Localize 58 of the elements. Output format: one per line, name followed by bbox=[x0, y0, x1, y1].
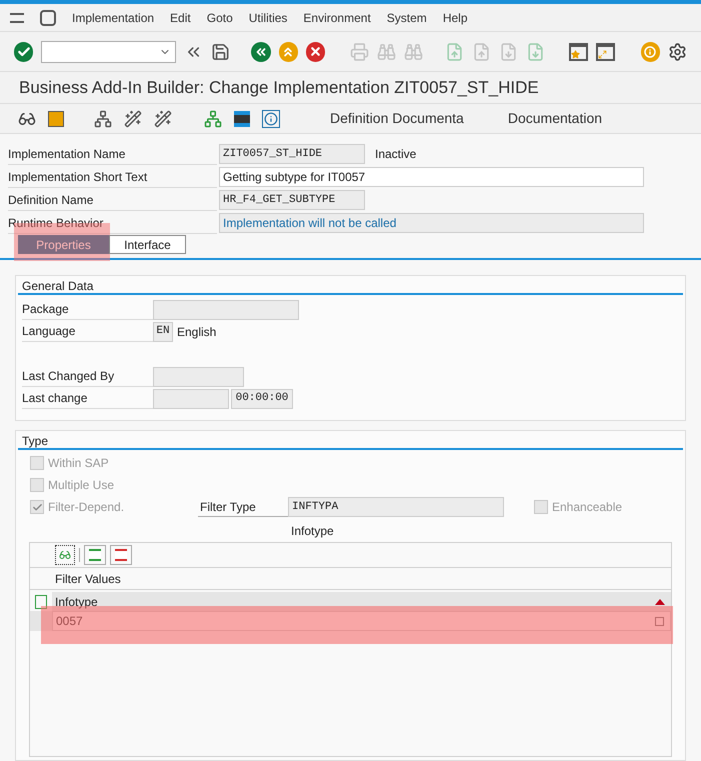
checkbox-label: Multiple Use bbox=[48, 477, 114, 494]
filter-type-field: INFTYPA bbox=[288, 497, 504, 517]
date-field[interactable] bbox=[153, 388, 229, 408]
new-window-icon[interactable] bbox=[568, 42, 588, 60]
command-field[interactable] bbox=[41, 40, 176, 62]
menu-icon[interactable] bbox=[10, 12, 24, 22]
checkmark-icon bbox=[32, 502, 42, 512]
language-text: English bbox=[177, 324, 216, 340]
language-field[interactable]: EN bbox=[153, 322, 173, 342]
menu-item[interactable]: Edit bbox=[170, 8, 191, 26]
field-label: Implementation Short Text bbox=[8, 166, 217, 188]
window-title: Business Add-In Builder: Change Implementation ZIT0057_ST_HIDE bbox=[19, 76, 539, 99]
wand-icon[interactable] bbox=[154, 110, 172, 128]
input-field[interactable] bbox=[153, 366, 244, 386]
hierarchy-icon[interactable] bbox=[204, 110, 222, 128]
input-field[interactable] bbox=[153, 300, 299, 320]
delete-row-icon[interactable] bbox=[110, 545, 132, 565]
window-icon[interactable] bbox=[596, 42, 616, 60]
check-icon[interactable] bbox=[14, 42, 34, 62]
add-row-icon[interactable] bbox=[84, 545, 106, 565]
short-text-field[interactable]: Getting subtype for IT0057 bbox=[219, 167, 644, 187]
toolbar-button[interactable]: Definition Documenta bbox=[324, 108, 470, 129]
column-header[interactable]: Infotype bbox=[52, 592, 671, 611]
copy-icon[interactable] bbox=[655, 616, 664, 626]
field-label: Runtime Behavior bbox=[8, 212, 217, 234]
checkbox-label: Enhanceable bbox=[552, 499, 622, 516]
menu-item[interactable]: System bbox=[386, 8, 427, 26]
wand-icon[interactable] bbox=[124, 110, 142, 128]
save-icon[interactable] bbox=[210, 42, 230, 62]
help-icon[interactable] bbox=[640, 42, 660, 62]
up-icon[interactable] bbox=[278, 42, 298, 62]
menu-item[interactable]: Implementation bbox=[72, 8, 154, 26]
checkbox-label: Filter-Depend. bbox=[48, 499, 124, 516]
settings-icon[interactable] bbox=[668, 42, 687, 62]
runtime-behavior-field: Implementation will not be called bbox=[219, 213, 644, 233]
status-text: Inactive bbox=[375, 146, 416, 163]
cancel-icon[interactable] bbox=[306, 42, 325, 62]
checkbox-label: Within SAP bbox=[48, 455, 109, 472]
field-label: Implementation Name bbox=[8, 144, 217, 164]
section-title: General Data bbox=[22, 278, 94, 294]
section-title: Type bbox=[22, 432, 48, 450]
menu-item[interactable]: Environment bbox=[303, 8, 371, 26]
toolbar-button[interactable]: Documentation bbox=[502, 108, 608, 129]
filter-type-description: Infotype bbox=[291, 524, 334, 538]
info-icon[interactable] bbox=[262, 110, 280, 128]
table-title: Filter Values bbox=[55, 570, 121, 588]
tab[interactable]: Interface bbox=[109, 235, 186, 254]
menu-item[interactable]: Utilities bbox=[248, 8, 288, 26]
readonly-field: ZIT0057_ST_HIDE bbox=[219, 144, 365, 164]
menu-item[interactable]: Goto bbox=[206, 8, 233, 26]
readonly-field: HR_F4_GET_SUBTYPE bbox=[219, 190, 365, 210]
stack-icon[interactable] bbox=[234, 110, 250, 126]
time-field[interactable]: 00:00:00 bbox=[231, 388, 293, 408]
menu-item[interactable]: Help bbox=[442, 8, 468, 26]
details-icon[interactable] bbox=[55, 545, 75, 565]
back-icon[interactable] bbox=[251, 42, 271, 62]
hierarchy-icon[interactable] bbox=[94, 110, 112, 128]
field-label: Definition Name bbox=[8, 190, 217, 210]
